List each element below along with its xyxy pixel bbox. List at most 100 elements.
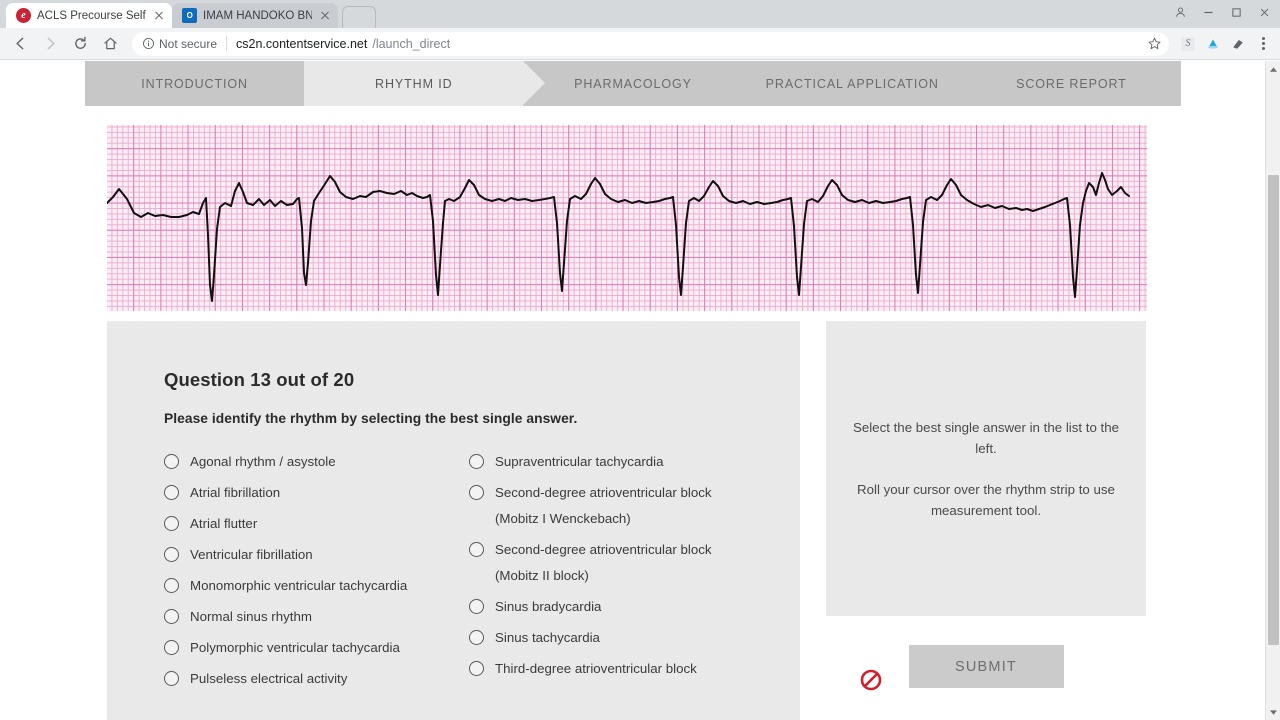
option-label: Monomorphic ventricular tachycardia bbox=[190, 577, 408, 593]
tab-score-report[interactable]: SCORE REPORT bbox=[962, 61, 1181, 106]
option-monomorphic-ventricular-tachycardia[interactable]: Monomorphic ventricular tachycardia bbox=[164, 570, 469, 601]
side-panel: Select the best single answer in the lis… bbox=[826, 321, 1146, 720]
three-dot-menu-icon[interactable] bbox=[1252, 33, 1274, 55]
option-label: Sinus bradycardia bbox=[495, 598, 602, 614]
radio-button[interactable] bbox=[469, 629, 484, 645]
close-window-icon[interactable] bbox=[1250, 1, 1278, 23]
option-label: Sinus tachycardia bbox=[495, 629, 600, 645]
security-label: Not secure bbox=[159, 36, 218, 51]
security-status[interactable]: Not secure bbox=[142, 37, 217, 51]
close-icon[interactable] bbox=[152, 9, 166, 23]
option-label: Atrial fibrillation bbox=[190, 484, 281, 500]
bookmark-star-icon[interactable] bbox=[1143, 36, 1165, 51]
extension-icons: S bbox=[1177, 33, 1274, 55]
radio-button[interactable] bbox=[469, 541, 484, 557]
omnibox-divider bbox=[226, 36, 228, 51]
scroll-up-icon[interactable] bbox=[1266, 61, 1280, 77]
radio-button[interactable] bbox=[469, 484, 484, 500]
instruction-box: Select the best single answer in the lis… bbox=[826, 321, 1146, 616]
radio-button[interactable] bbox=[469, 598, 484, 614]
course-page: INTRODUCTION RHYTHM ID PHARMACOLOGY PRAC… bbox=[85, 61, 1181, 720]
rhythm-strip-container bbox=[85, 106, 1181, 321]
option-polymorphic-ventricular-tachycardia[interactable]: Polymorphic ventricular tachycardia bbox=[164, 632, 469, 663]
close-icon[interactable] bbox=[318, 9, 332, 23]
option-atrial-flutter[interactable]: Atrial flutter bbox=[164, 508, 469, 539]
option-atrial-fibrillation[interactable]: Atrial fibrillation bbox=[164, 477, 469, 508]
vertical-scrollbar[interactable] bbox=[1265, 61, 1280, 720]
tab-pharmacology[interactable]: PHARMACOLOGY bbox=[523, 61, 742, 106]
option-label: Ventricular fibrillation bbox=[190, 546, 313, 562]
tab-practical-application[interactable]: PRACTICAL APPLICATION bbox=[743, 61, 962, 106]
option-label: Agonal rhythm / asystole bbox=[190, 453, 336, 469]
radio-button[interactable] bbox=[469, 453, 484, 469]
option-agonal-rhythm-asystole[interactable]: Agonal rhythm / asystole bbox=[164, 446, 469, 477]
option-label-line2: (Mobitz I Wenckebach) bbox=[495, 510, 631, 526]
maximize-icon[interactable] bbox=[1222, 1, 1250, 23]
home-icon[interactable] bbox=[96, 30, 124, 58]
browser-tab-outlook[interactable]: O IMAM HANDOKO BN SU bbox=[172, 3, 338, 28]
address-bar[interactable]: Not secure cs2n.contentservice.net/launc… bbox=[132, 31, 1169, 56]
answer-column-right: Supraventricular tachycardia Second-degr… bbox=[469, 446, 749, 694]
tab-label: PHARMACOLOGY bbox=[574, 76, 692, 91]
profile-icon[interactable] bbox=[1166, 1, 1194, 23]
option-second-degree-av-block-mobitz-i[interactable]: Second-degree atrioventricular block (Mob… bbox=[469, 477, 749, 534]
s-extension-icon[interactable]: S bbox=[1177, 33, 1199, 55]
scrollbar-thumb[interactable] bbox=[1268, 175, 1279, 645]
tab-label: SCORE REPORT bbox=[1016, 76, 1127, 91]
radio-button[interactable] bbox=[164, 453, 179, 469]
radio-button[interactable] bbox=[164, 484, 179, 500]
outlook-icon: O bbox=[182, 8, 197, 23]
browser-tab-acls[interactable]: e ACLS Precourse Self-Ass bbox=[6, 3, 172, 28]
option-supraventricular-tachycardia[interactable]: Supraventricular tachycardia bbox=[469, 446, 749, 477]
minimize-icon[interactable] bbox=[1194, 1, 1222, 23]
option-label: Second-degree atrioventricular block bbox=[495, 541, 712, 557]
radio-button[interactable] bbox=[164, 639, 179, 655]
url-path: /launch_direct bbox=[372, 36, 451, 51]
url-host: cs2n.contentservice.net bbox=[236, 36, 368, 51]
ecg-rhythm-strip[interactable] bbox=[107, 125, 1147, 311]
tab-rhythm-id[interactable]: RHYTHM ID bbox=[304, 61, 546, 106]
option-label-line2: (Mobitz II block) bbox=[495, 567, 589, 583]
browser-tab-title: IMAM HANDOKO BN SU bbox=[203, 9, 312, 22]
back-arrow-icon[interactable] bbox=[6, 30, 34, 58]
radio-button[interactable] bbox=[164, 670, 179, 686]
forward-arrow-icon bbox=[36, 30, 64, 58]
option-third-degree-av-block[interactable]: Third-degree atrioventricular block bbox=[469, 653, 749, 684]
hint-line-1: Select the best single answer in the lis… bbox=[852, 419, 1120, 456]
question-prompt: Please identify the rhythm by selecting … bbox=[164, 411, 578, 426]
browser-toolbar: Not secure cs2n.contentservice.net/launc… bbox=[0, 28, 1280, 60]
browser-window: e ACLS Precourse Self-Ass O IMAM HANDOKO… bbox=[0, 0, 1280, 720]
acls-circle-icon: e bbox=[16, 8, 31, 23]
option-label: Third-degree atrioventricular block bbox=[495, 660, 697, 676]
radio-button[interactable] bbox=[164, 546, 179, 562]
option-ventricular-fibrillation[interactable]: Ventricular fibrillation bbox=[164, 539, 469, 570]
cloud-extension-icon[interactable] bbox=[1202, 33, 1224, 55]
tab-introduction[interactable]: INTRODUCTION bbox=[85, 61, 304, 106]
option-label: Supraventricular tachycardia bbox=[495, 453, 664, 469]
dark-extension-icon[interactable] bbox=[1227, 33, 1249, 55]
submit-button[interactable]: SUBMIT bbox=[908, 645, 1064, 688]
tab-strip: e ACLS Precourse Self-Ass O IMAM HANDOKO… bbox=[0, 0, 1280, 28]
scroll-down-icon[interactable] bbox=[1266, 704, 1280, 720]
answer-column-left: Agonal rhythm / asystole Atrial fibrilla… bbox=[164, 446, 469, 694]
reload-icon[interactable] bbox=[66, 30, 94, 58]
answer-options: Agonal rhythm / asystole Atrial fibrilla… bbox=[164, 446, 800, 694]
radio-button[interactable] bbox=[164, 577, 179, 593]
option-label: Normal sinus rhythm bbox=[190, 608, 312, 624]
option-sinus-tachycardia[interactable]: Sinus tachycardia bbox=[469, 622, 749, 653]
submit-area: SUBMIT bbox=[826, 645, 1146, 691]
option-label: Atrial flutter bbox=[190, 515, 258, 531]
new-tab-button[interactable] bbox=[342, 6, 376, 28]
page-viewport: INTRODUCTION RHYTHM ID PHARMACOLOGY PRAC… bbox=[0, 61, 1280, 720]
radio-button[interactable] bbox=[164, 608, 179, 624]
radio-button[interactable] bbox=[164, 515, 179, 531]
option-sinus-bradycardia[interactable]: Sinus bradycardia bbox=[469, 591, 749, 622]
course-nav-tabs: INTRODUCTION RHYTHM ID PHARMACOLOGY PRAC… bbox=[85, 61, 1181, 106]
option-label: Pulseless electrical activity bbox=[190, 670, 348, 686]
option-label: Second-degree atrioventricular block bbox=[495, 484, 712, 500]
option-second-degree-av-block-mobitz-ii[interactable]: Second-degree atrioventricular block (Mob… bbox=[469, 534, 749, 591]
option-pulseless-electrical-activity[interactable]: Pulseless electrical activity bbox=[164, 663, 469, 694]
page-title: Question 13 out of 20 bbox=[164, 369, 355, 390]
option-normal-sinus-rhythm[interactable]: Normal sinus rhythm bbox=[164, 601, 469, 632]
radio-button[interactable] bbox=[469, 660, 484, 676]
